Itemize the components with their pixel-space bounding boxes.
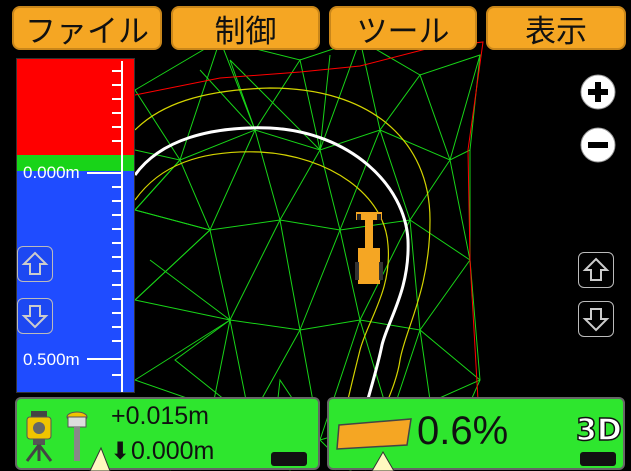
arrow-down-icon: ⬇	[110, 437, 131, 465]
arrow-up-icon	[582, 257, 610, 281]
machine-guidance-screen: ファイル 制御 ツール 表示 0.000m 0.500m +0.015m ⬇ 0…	[0, 0, 631, 471]
zoom-in-icon[interactable]	[579, 73, 617, 111]
total-station-icon	[25, 411, 53, 462]
menu-control-button[interactable]: 制御	[171, 6, 320, 50]
elevation-indicator: 0.000m 0.500m	[16, 58, 135, 393]
menu-view-button[interactable]: 表示	[486, 6, 626, 50]
elevation-down-button[interactable]	[17, 298, 53, 334]
offset-value: +0.015m	[111, 402, 209, 430]
cut-fill-value: 0.000m	[131, 437, 215, 465]
offset-down-button[interactable]	[578, 301, 614, 337]
gps-receiver-icon	[66, 411, 88, 461]
elevation-bottom-label: 0.500m	[23, 350, 80, 369]
elevation-scale-ticks	[87, 61, 123, 392]
elevation-top-label: 0.000m	[23, 163, 80, 182]
arrow-up-icon	[21, 251, 49, 275]
arrow-down-icon	[582, 308, 610, 332]
zoom-out-icon[interactable]	[579, 126, 617, 164]
slope-value: 0.6%	[417, 409, 509, 453]
cross-slope-icon	[336, 418, 412, 450]
menu-tools-button[interactable]: ツール	[329, 6, 477, 50]
status-indicator	[580, 452, 616, 466]
menu-file-button[interactable]: ファイル	[12, 6, 162, 50]
arrow-down-icon	[21, 305, 49, 329]
elevation-up-button[interactable]	[17, 246, 53, 282]
view-mode-button[interactable]: 3D	[575, 412, 622, 449]
slope-status-panel[interactable]: 0.6% 3D	[327, 397, 625, 470]
status-indicator	[271, 452, 307, 466]
offset-up-button[interactable]	[578, 252, 614, 288]
machine-icon	[355, 212, 383, 284]
position-status-panel[interactable]: +0.015m ⬇ 0.000m	[15, 397, 320, 470]
